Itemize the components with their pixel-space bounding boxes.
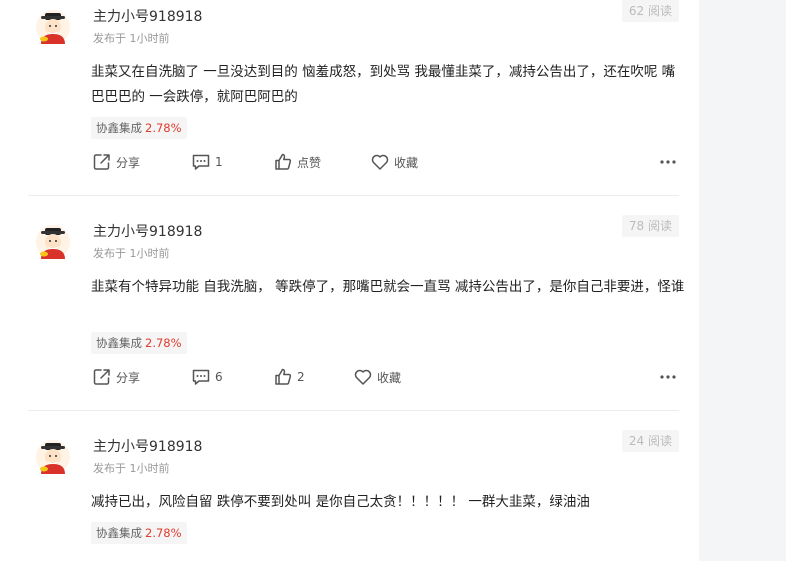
- like-icon: [275, 368, 292, 385]
- post-card: 主力小号918918 发布于 1小时前 78 阅读 韭菜有个特异功能 自我洗脑，…: [28, 215, 684, 410]
- share-icon: [93, 369, 110, 385]
- share-label: 分享: [116, 155, 141, 170]
- heart-icon: [371, 154, 389, 170]
- post-username[interactable]: 主力小号918918: [93, 436, 202, 456]
- post-timestamp: 发布于 1小时前: [93, 462, 170, 475]
- stock-tag[interactable]: 协鑫集成 2.78%: [91, 522, 187, 544]
- post-divider: [28, 195, 679, 196]
- stock-tag-name: 协鑫集成: [96, 336, 142, 350]
- post-content: 减持已出，风险自留 跌停不要到处叫 是你自己太贪！！！！！ 一群大韭菜，绿油油: [91, 494, 590, 510]
- stock-tag-change: 2.78%: [145, 336, 182, 350]
- view-count-badge: 62 阅读: [621, 0, 679, 22]
- share-icon: [93, 154, 110, 170]
- comment-icon: [192, 369, 210, 385]
- stock-tag[interactable]: 协鑫集成 2.78%: [91, 117, 187, 139]
- post-username[interactable]: 主力小号918918: [93, 221, 202, 241]
- post-content: 韭菜又在自洗脑了 一旦没达到目的 恼羞成怒，到处骂 我最懂韭菜了，减持公告出了，…: [91, 64, 676, 105]
- like-count: 2: [297, 370, 305, 384]
- comment-icon: [192, 154, 210, 170]
- post-timestamp: 发布于 1小时前: [93, 247, 170, 260]
- collect-label: 收藏: [377, 370, 402, 385]
- share-button[interactable]: 分享: [92, 365, 140, 389]
- post-actions: 分享 1 点赞 收藏: [28, 150, 679, 174]
- collect-label: 收藏: [394, 155, 419, 170]
- post-username[interactable]: 主力小号918918: [93, 6, 202, 26]
- comment-button[interactable]: 1: [191, 150, 223, 174]
- stock-tag-change: 2.78%: [145, 121, 182, 135]
- comment-button[interactable]: 6: [191, 365, 223, 389]
- avatar-fortune-god-icon: [36, 440, 70, 474]
- share-label: 分享: [116, 370, 141, 385]
- avatar[interactable]: [36, 225, 70, 259]
- collect-button[interactable]: 收藏: [353, 365, 401, 389]
- more-icon: [660, 160, 676, 164]
- comment-count: 6: [215, 370, 223, 384]
- like-button[interactable]: 点赞: [273, 150, 321, 174]
- right-gutter: [699, 0, 786, 561]
- post-card: 主力小号918918 发布于 1小时前 24 阅读 减持已出，风险自留 跌停不要…: [28, 430, 679, 561]
- more-button[interactable]: [657, 150, 679, 174]
- post-card: 主力小号918918 发布于 1小时前 62 阅读 韭菜又在自洗脑了 一旦没达到…: [28, 0, 679, 195]
- like-label: 点赞: [297, 155, 322, 170]
- avatar-fortune-god-icon: [36, 225, 70, 259]
- more-button[interactable]: [657, 365, 679, 389]
- post-actions: 分享 6 2 收藏: [28, 365, 679, 389]
- stock-tag-change: 2.78%: [145, 526, 182, 540]
- view-count-badge: 24 阅读: [621, 430, 679, 452]
- more-icon: [660, 375, 676, 379]
- post-feed: 主力小号918918 发布于 1小时前 62 阅读 韭菜又在自洗脑了 一旦没达到…: [0, 0, 699, 561]
- collect-button[interactable]: 收藏: [370, 150, 418, 174]
- stock-tag-name: 协鑫集成: [96, 121, 142, 135]
- avatar[interactable]: [36, 10, 70, 44]
- like-button[interactable]: 2: [273, 365, 305, 389]
- avatar-fortune-god-icon: [36, 10, 70, 44]
- stock-tag-name: 协鑫集成: [96, 526, 142, 540]
- avatar[interactable]: [36, 440, 70, 474]
- stock-tag[interactable]: 协鑫集成 2.78%: [91, 332, 187, 354]
- like-icon: [275, 153, 292, 170]
- view-count-badge: 78 阅读: [621, 215, 679, 237]
- post-timestamp: 发布于 1小时前: [93, 32, 170, 45]
- comment-count: 1: [215, 155, 223, 169]
- post-divider: [28, 410, 679, 411]
- heart-icon: [354, 369, 372, 385]
- post-content: 韭菜有个特异功能 自我洗脑， 等跌停了，那嘴巴就会一直骂 减持公告出了，是你自己…: [91, 279, 685, 295]
- share-button[interactable]: 分享: [92, 150, 140, 174]
